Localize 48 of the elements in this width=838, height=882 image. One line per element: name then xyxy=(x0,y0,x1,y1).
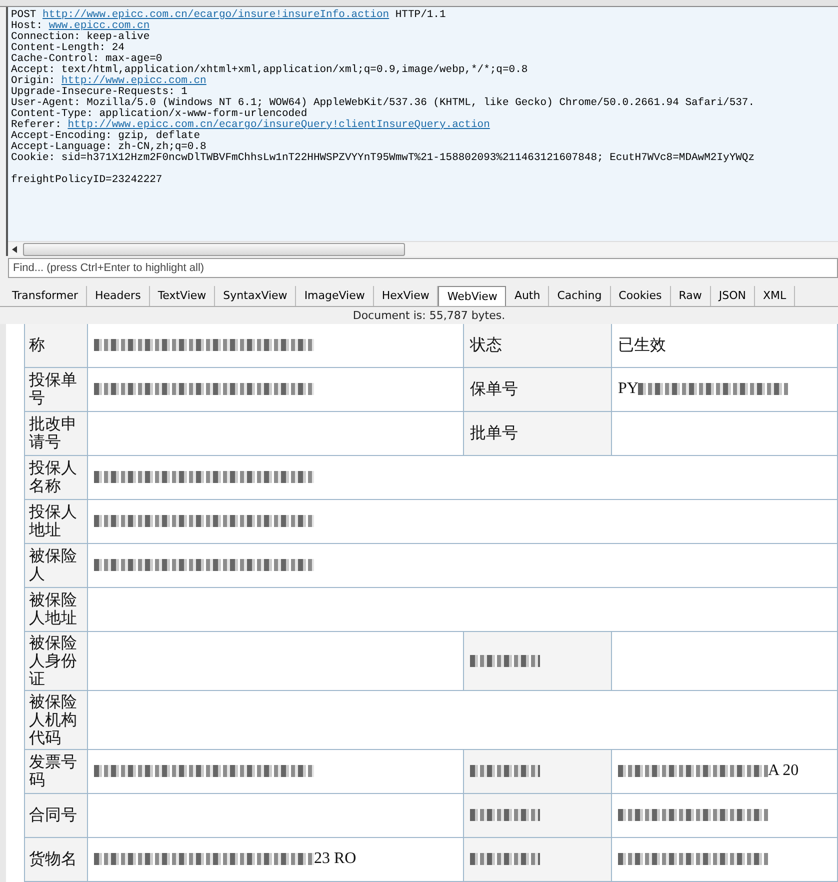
blurred-text xyxy=(470,853,540,866)
field-label: 被保险人 xyxy=(24,544,88,588)
field-label-cell: 保单号 xyxy=(464,368,612,412)
header-text: Upgrade-Insecure-Requests: 1 xyxy=(11,86,188,98)
field-value-cell: 已生效 xyxy=(612,324,838,368)
field-label: 货物名 xyxy=(24,838,88,882)
field-label-cell: 状态 xyxy=(464,324,612,368)
header-text: Origin: xyxy=(11,74,56,87)
blurred-text xyxy=(470,654,540,667)
blurred-text xyxy=(470,765,540,778)
header-text: Accept-Language: zh-CN,zh;q=0.8 xyxy=(11,140,206,153)
header-text: POST xyxy=(11,8,38,21)
url-link[interactable]: http://www.epicc.com.cn/ecargo/insure!insureInfo.action xyxy=(42,8,390,21)
field-label: 投保人名称 xyxy=(24,456,88,500)
header-text: Host: xyxy=(11,20,43,32)
url-link[interactable]: www.epicc.com.cn xyxy=(48,20,150,32)
field-label: 被保险人地址 xyxy=(24,588,88,632)
field-label: 批改申请号 xyxy=(24,412,88,456)
field-label: 发票号码 xyxy=(24,750,88,794)
header-text: Content-Length: 24 xyxy=(11,42,124,54)
inspector-tab[interactable]: WebView xyxy=(438,286,506,306)
field-label: 投保人地址 xyxy=(24,500,88,544)
url-link[interactable]: http://www.epicc.com.cn xyxy=(61,74,206,87)
scroll-left-arrow-icon[interactable] xyxy=(12,246,17,253)
field-label-cell: 批单号 xyxy=(464,412,612,456)
document-size-text: Document is: 55,787 bytes. xyxy=(352,308,506,322)
header-text: User-Agent: Mozilla/5.0 (Windows NT 6.1; WOW64) AppleWebKit/537.36 (KHTML, like Gecko) Chrome/50.0.2661.94 Safari/537. xyxy=(11,96,755,109)
field-label: 合同号 xyxy=(24,794,88,838)
header-text: HTTP/1.1 xyxy=(394,8,446,21)
header-text: freightPolicyID=23242227 xyxy=(11,174,162,186)
header-text: Content-Type: application/x-www-form-urlencoded xyxy=(11,108,308,120)
blurred-text xyxy=(470,809,540,822)
field-value-cell: A 20 xyxy=(612,750,838,794)
header-text: Referer: xyxy=(11,118,62,131)
header-text: Accept: text/html,application/xhtml+xml,application/xml;q=0.9,image/webp,*/*;q=0.8 xyxy=(11,64,528,76)
field-label: 称 xyxy=(24,324,88,368)
horizontal-scrollbar[interactable] xyxy=(8,241,838,256)
header-text: Accept-Encoding: gzip, deflate xyxy=(11,130,200,142)
field-label: 投保单号 xyxy=(24,368,88,412)
field-value-cell: PY xyxy=(612,368,838,412)
field-value-cell: 23 RO xyxy=(88,838,464,882)
find-field[interactable]: Find... (press Ctrl+Enter to highlight all) xyxy=(8,258,838,278)
header-text: Connection: keep-alive xyxy=(11,30,150,43)
field-label: 被保险人机构代码 xyxy=(24,690,88,750)
header-text: Cache-Control: max-age=0 xyxy=(11,52,162,65)
header-text: Cookie: sid=h371X12Hzm2F0ncwDlTWBVFmChhsLw1nT22HHWSPZVYYnT95WmwT%21-158802093%211463121607848; EcutH7WVc8=MDAwM2IyYWQz xyxy=(11,152,755,164)
field-label: 被保险人身份证 xyxy=(24,632,88,691)
url-link[interactable]: http://www.epicc.com.cn/ecargo/insureQuery!clientInsureQuery.action xyxy=(68,118,490,131)
